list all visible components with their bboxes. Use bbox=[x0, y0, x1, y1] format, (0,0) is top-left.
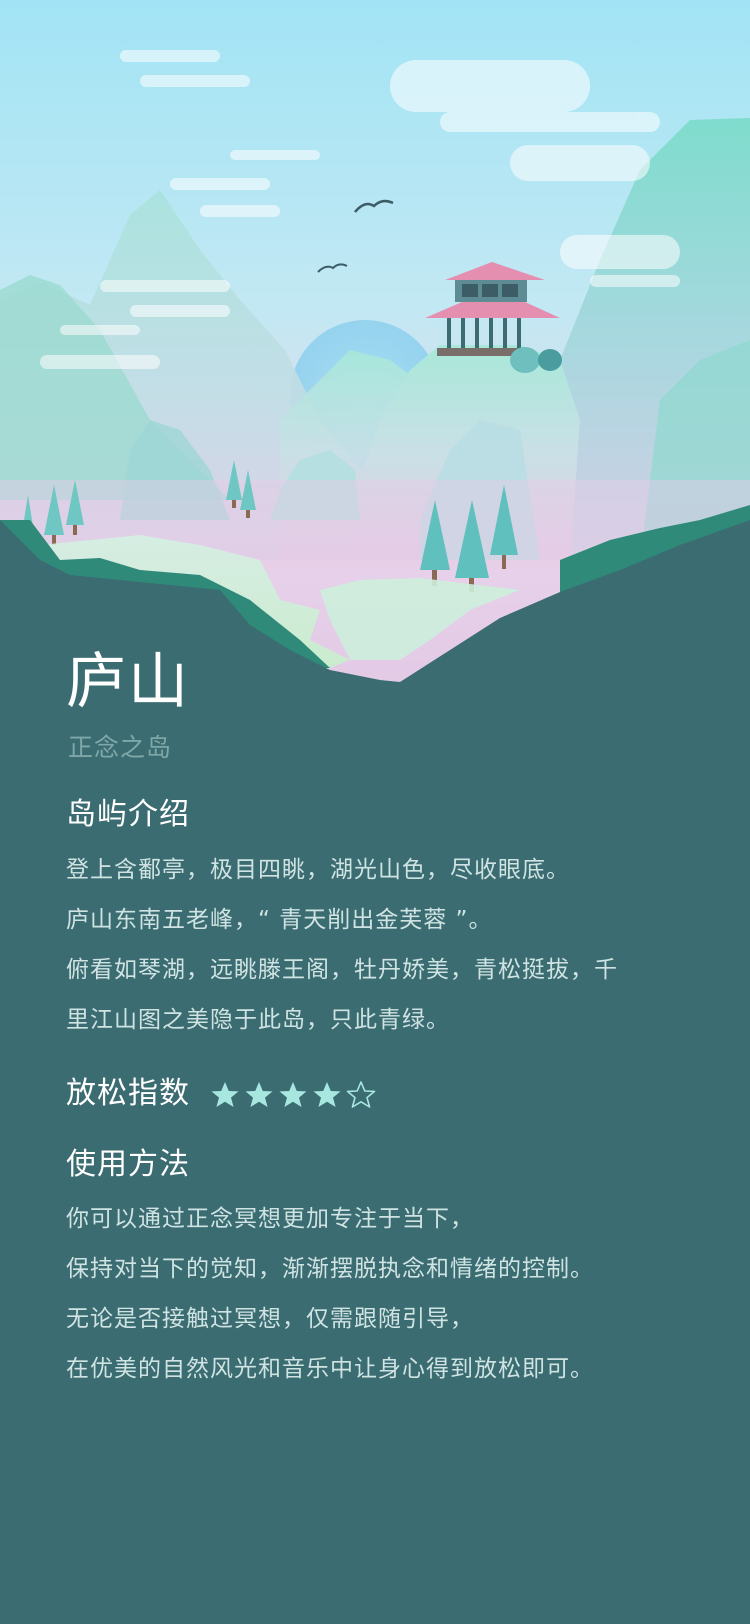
intro-line: 庐山东南五老峰，“ 青天削出金芙蓉 ”。 bbox=[66, 907, 493, 933]
star-filled-icon bbox=[245, 1082, 273, 1107]
star-filled-icon bbox=[211, 1082, 239, 1107]
intro-paragraph: 登上含鄱亭，极目四眺，湖光山色，尽收眼底。 庐山东南五老峰，“ 青天削出金芙蓉 … bbox=[66, 845, 618, 1045]
usage-line: 在优美的自然风光和音乐中让身心得到放松即可。 bbox=[66, 1356, 594, 1382]
usage-heading: 使用方法 bbox=[66, 1147, 190, 1182]
usage-line: 保持对当下的觉知，渐渐摆脱执念和情绪的控制。 bbox=[66, 1256, 594, 1282]
intro-line: 里江山图之美隐于此岛，只此青绿。 bbox=[66, 1007, 450, 1033]
content-panel: 庐山 正念之岛 岛屿介绍 登上含鄱亭，极目四眺，湖光山色，尽收眼底。 庐山东南五… bbox=[0, 0, 750, 1624]
relax-index-label: 放松指数 bbox=[66, 1076, 190, 1111]
star-filled-icon bbox=[279, 1082, 307, 1107]
intro-heading: 岛屿介绍 bbox=[66, 797, 190, 832]
usage-paragraph: 你可以通过正念冥想更加专注于当下， 保持对当下的觉知，渐渐摆脱执念和情绪的控制。… bbox=[66, 1194, 594, 1394]
star-empty-icon bbox=[346, 1081, 376, 1108]
relax-rating bbox=[210, 1078, 380, 1112]
intro-line: 登上含鄱亭，极目四眺，湖光山色，尽收眼底。 bbox=[66, 857, 570, 883]
intro-line: 俯看如琴湖，远眺滕王阁，牡丹娇美，青松挺拔，千 bbox=[66, 957, 618, 983]
star-filled-icon bbox=[313, 1082, 341, 1107]
page-subtitle: 正念之岛 bbox=[68, 733, 173, 762]
page-title: 庐山 bbox=[66, 647, 190, 717]
usage-line: 无论是否接触过冥想，仅需跟随引导， bbox=[66, 1306, 474, 1332]
usage-line: 你可以通过正念冥想更加专注于当下， bbox=[66, 1206, 474, 1232]
